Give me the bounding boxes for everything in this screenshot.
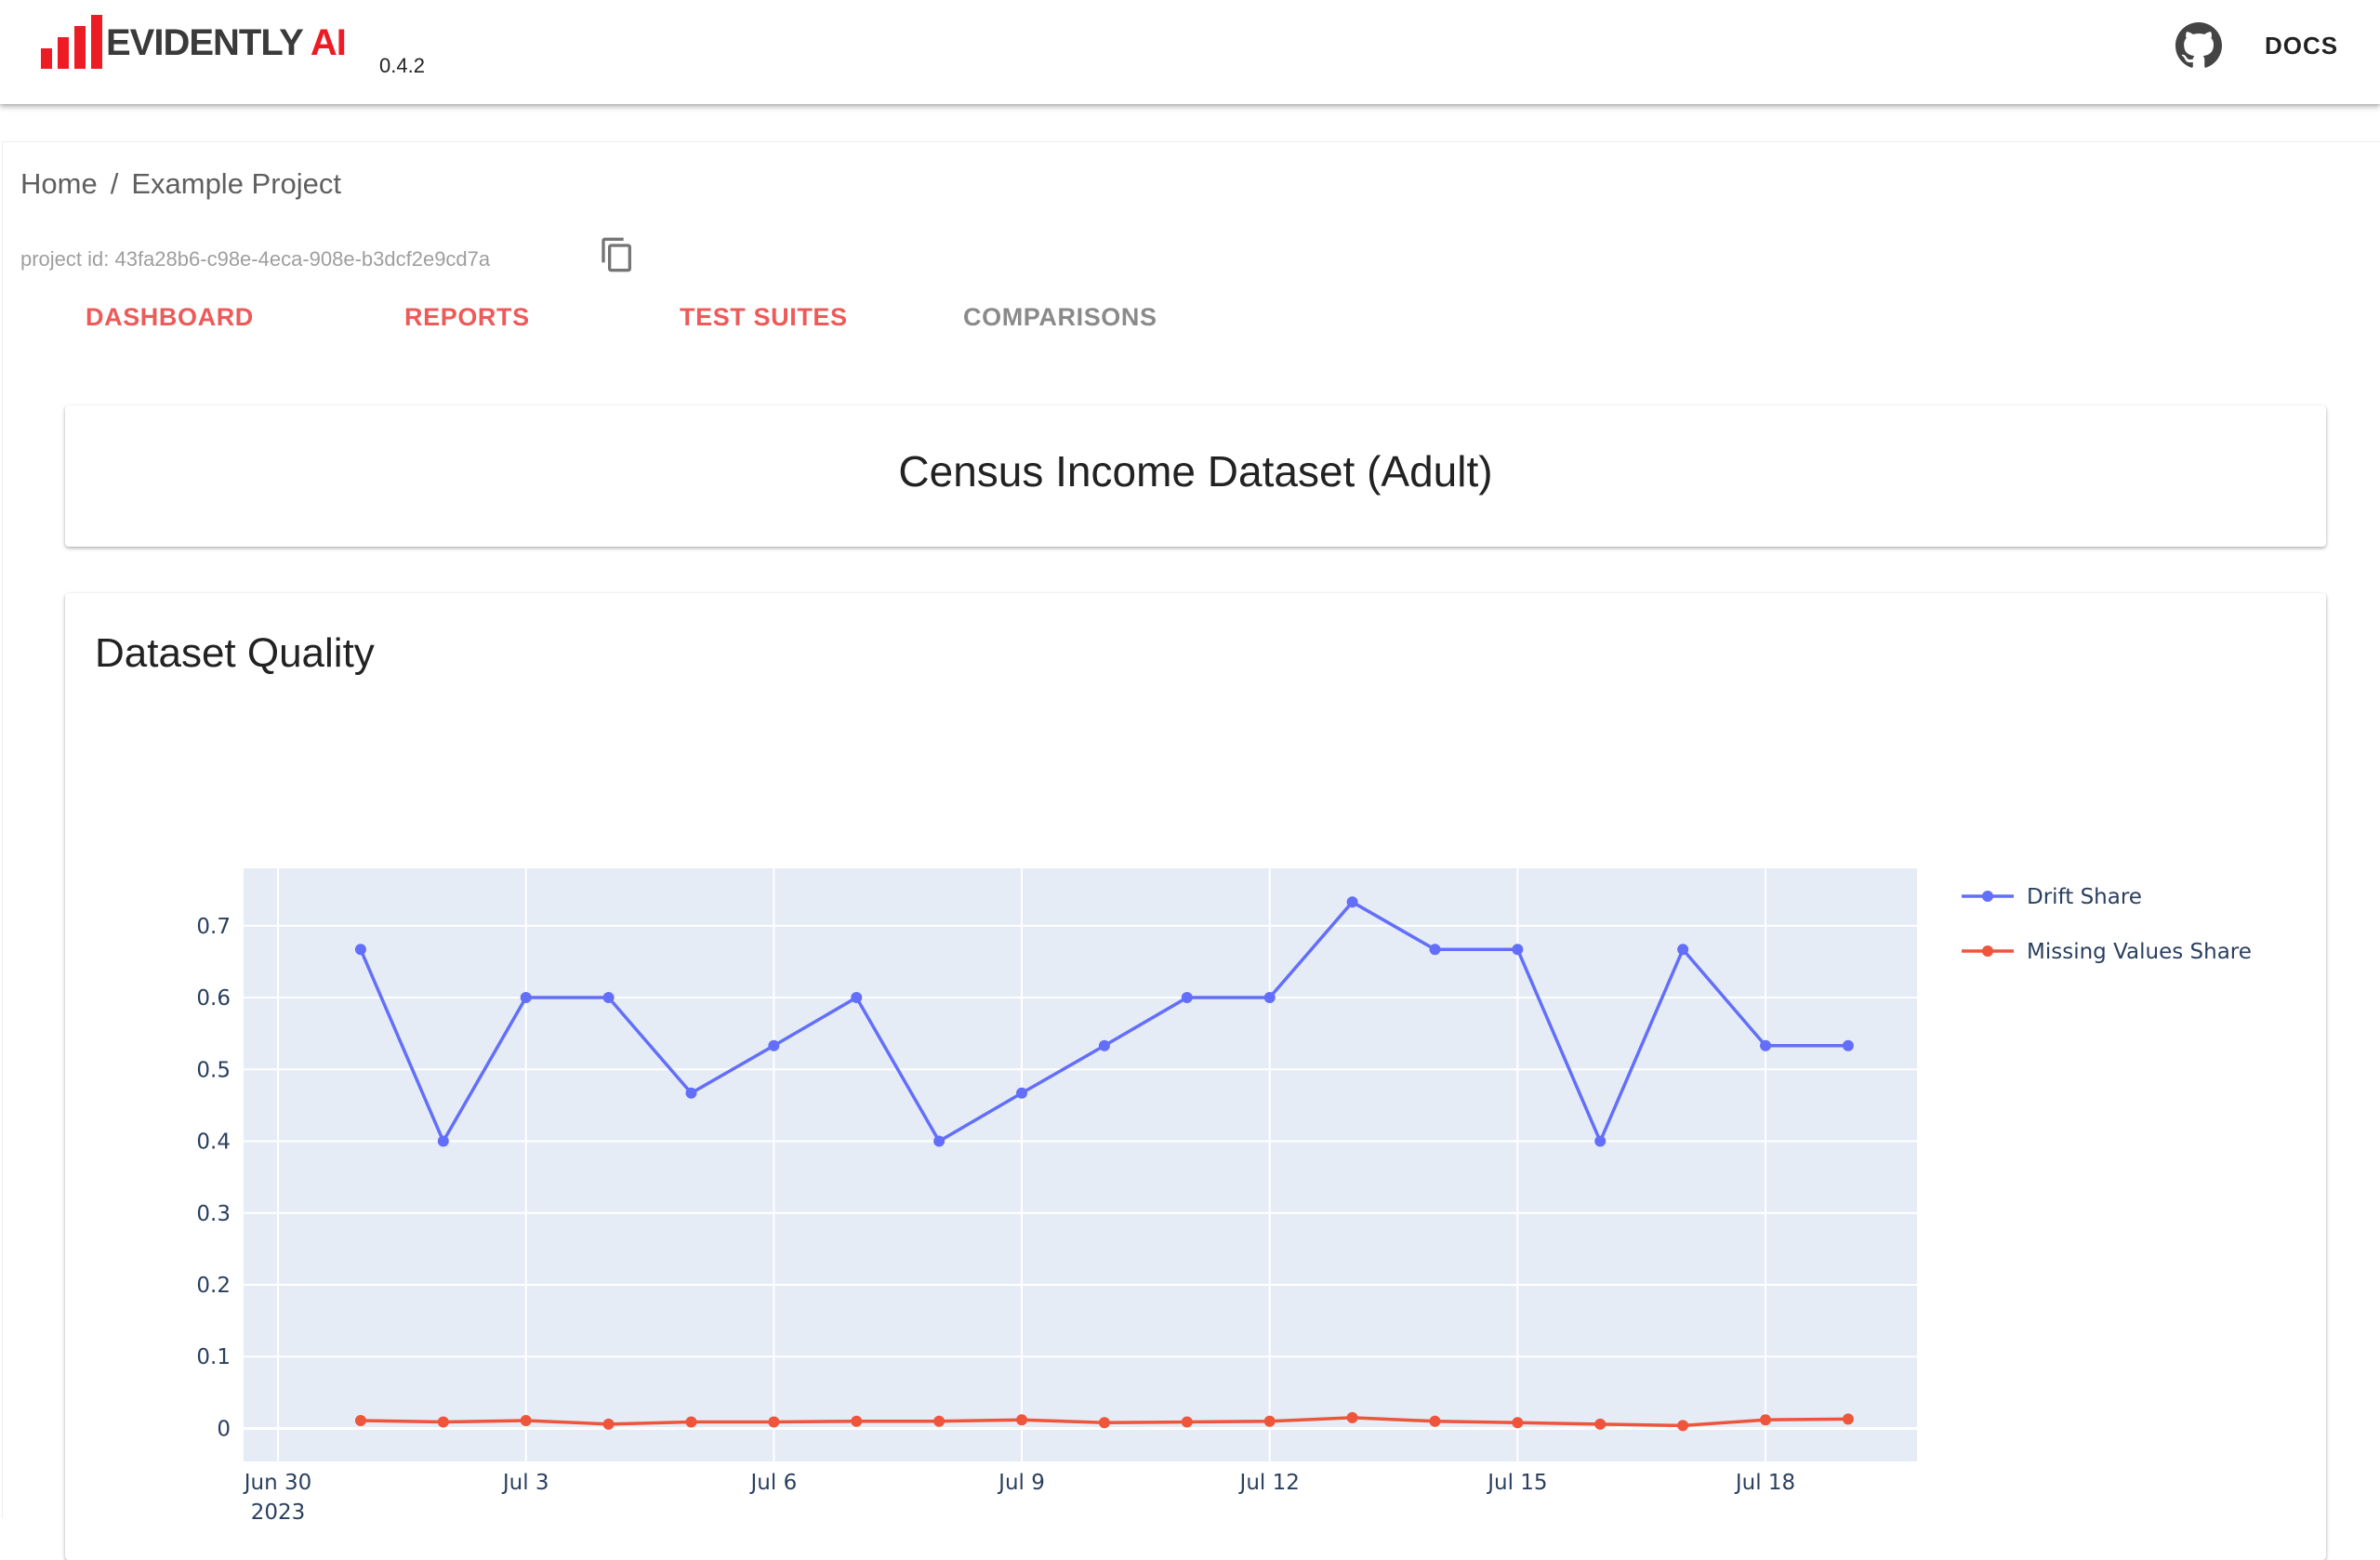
y-tick-label: 0.6 xyxy=(196,986,231,1011)
legend-label: Drift Share xyxy=(2027,885,2142,909)
version-label: 0.4.2 xyxy=(379,54,425,77)
tab-test-suites[interactable]: TEST SUITES xyxy=(680,303,848,332)
data-point xyxy=(1677,1420,1689,1432)
data-point xyxy=(1594,1135,1606,1147)
data-point xyxy=(1016,1087,1028,1099)
tab-reports[interactable]: REPORTS xyxy=(404,303,530,332)
data-point xyxy=(1263,992,1276,1004)
y-tick-label: 0 xyxy=(217,1417,231,1441)
logo-text: EVIDENTLY AI xyxy=(106,22,347,63)
data-point xyxy=(685,1416,697,1428)
x-tick-label: Jul 9 xyxy=(997,1471,1045,1495)
y-tick-label: 0.5 xyxy=(196,1058,231,1082)
dataset-quality-card: Dataset Quality 0 0.1 0.2 0.3 0.4 0.5 0.6 0.7 Ju… xyxy=(65,593,2326,1560)
data-point xyxy=(1594,1418,1606,1430)
data-point xyxy=(1181,1416,1193,1428)
y-tick-label: 0.1 xyxy=(196,1345,231,1369)
y-tick-label: 0.3 xyxy=(196,1202,231,1226)
data-point xyxy=(851,1415,863,1427)
evidently-logo[interactable]: EVIDENTLY AI xyxy=(41,11,347,69)
y-tick-label: 0.4 xyxy=(196,1130,231,1155)
data-point xyxy=(1098,1039,1110,1051)
data-point xyxy=(685,1087,697,1099)
data-point xyxy=(933,1415,945,1427)
breadcrumb-separator: / xyxy=(110,167,119,200)
data-point xyxy=(933,1135,945,1147)
docs-link[interactable]: DOCS xyxy=(2265,32,2338,60)
app-header: EVIDENTLY AI 0.4.2 DOCS xyxy=(0,0,2380,104)
data-point xyxy=(1346,1411,1358,1423)
data-point xyxy=(851,992,863,1004)
logo-text-main: EVIDENTLY xyxy=(106,22,304,63)
data-point xyxy=(354,944,366,956)
data-point xyxy=(1181,992,1193,1004)
x-tick-label: Jul 18 xyxy=(1734,1471,1795,1495)
tab-dashboard[interactable]: DASHBOARD xyxy=(86,303,254,332)
data-point xyxy=(1760,1414,1772,1426)
tab-comparisons[interactable]: COMPARISONS xyxy=(963,303,1157,332)
data-point xyxy=(1016,1414,1028,1426)
data-point xyxy=(1760,1039,1772,1051)
data-point xyxy=(1842,1413,1854,1425)
data-point xyxy=(768,1039,780,1051)
data-point xyxy=(1677,944,1689,956)
data-point xyxy=(602,992,615,1004)
x-tick-year-label: 2023 xyxy=(251,1501,306,1525)
data-point xyxy=(1842,1039,1854,1051)
data-point xyxy=(437,1416,449,1428)
data-point xyxy=(602,1418,615,1430)
x-tick-label: Jun 30 xyxy=(243,1471,312,1495)
x-tick-label: Jul 3 xyxy=(501,1471,549,1495)
breadcrumb-home[interactable]: Home xyxy=(20,167,98,200)
data-point xyxy=(1429,1415,1441,1427)
github-icon[interactable] xyxy=(2175,22,2222,69)
legend-label: Missing Values Share xyxy=(2027,940,2252,964)
data-point xyxy=(1098,1417,1110,1429)
data-point xyxy=(1429,944,1441,956)
dataset-quality-chart: 0 0.1 0.2 0.3 0.4 0.5 0.6 0.7 Jun 30 Jul 3 Jul 6 Ju… xyxy=(196,868,2252,1525)
logo-text-ai: AI xyxy=(310,22,347,63)
data-point xyxy=(520,992,532,1004)
plot-area xyxy=(244,868,1917,1461)
y-tick-label: 0.2 xyxy=(196,1274,231,1298)
data-point xyxy=(1263,1415,1276,1427)
y-tick-label: 0.7 xyxy=(196,915,231,939)
breadcrumb: Home / Example Project xyxy=(20,167,341,201)
x-tick-label: Jul 6 xyxy=(749,1471,798,1495)
dashboard-title: Census Income Dataset (Adult) xyxy=(898,447,1493,496)
data-point xyxy=(437,1135,449,1147)
x-tick-label: Jul 15 xyxy=(1486,1471,1547,1495)
dashboard-title-card: Census Income Dataset (Adult) xyxy=(65,405,2326,547)
data-point xyxy=(768,1416,780,1428)
project-id: project id: 43fa28b6-c98e-4eca-908e-b3dc… xyxy=(20,247,491,271)
data-point xyxy=(1512,944,1524,956)
logo-bars-icon xyxy=(41,11,102,69)
breadcrumb-project: Example Project xyxy=(131,167,342,200)
copy-icon[interactable] xyxy=(599,236,636,273)
legend-swatch-marker xyxy=(1982,945,1993,957)
data-point xyxy=(520,1414,532,1426)
legend-swatch-marker xyxy=(1982,891,1993,902)
data-point xyxy=(1346,896,1358,908)
data-point xyxy=(354,1414,366,1426)
x-tick-label: Jul 12 xyxy=(1238,1471,1300,1495)
data-point xyxy=(1512,1417,1524,1429)
